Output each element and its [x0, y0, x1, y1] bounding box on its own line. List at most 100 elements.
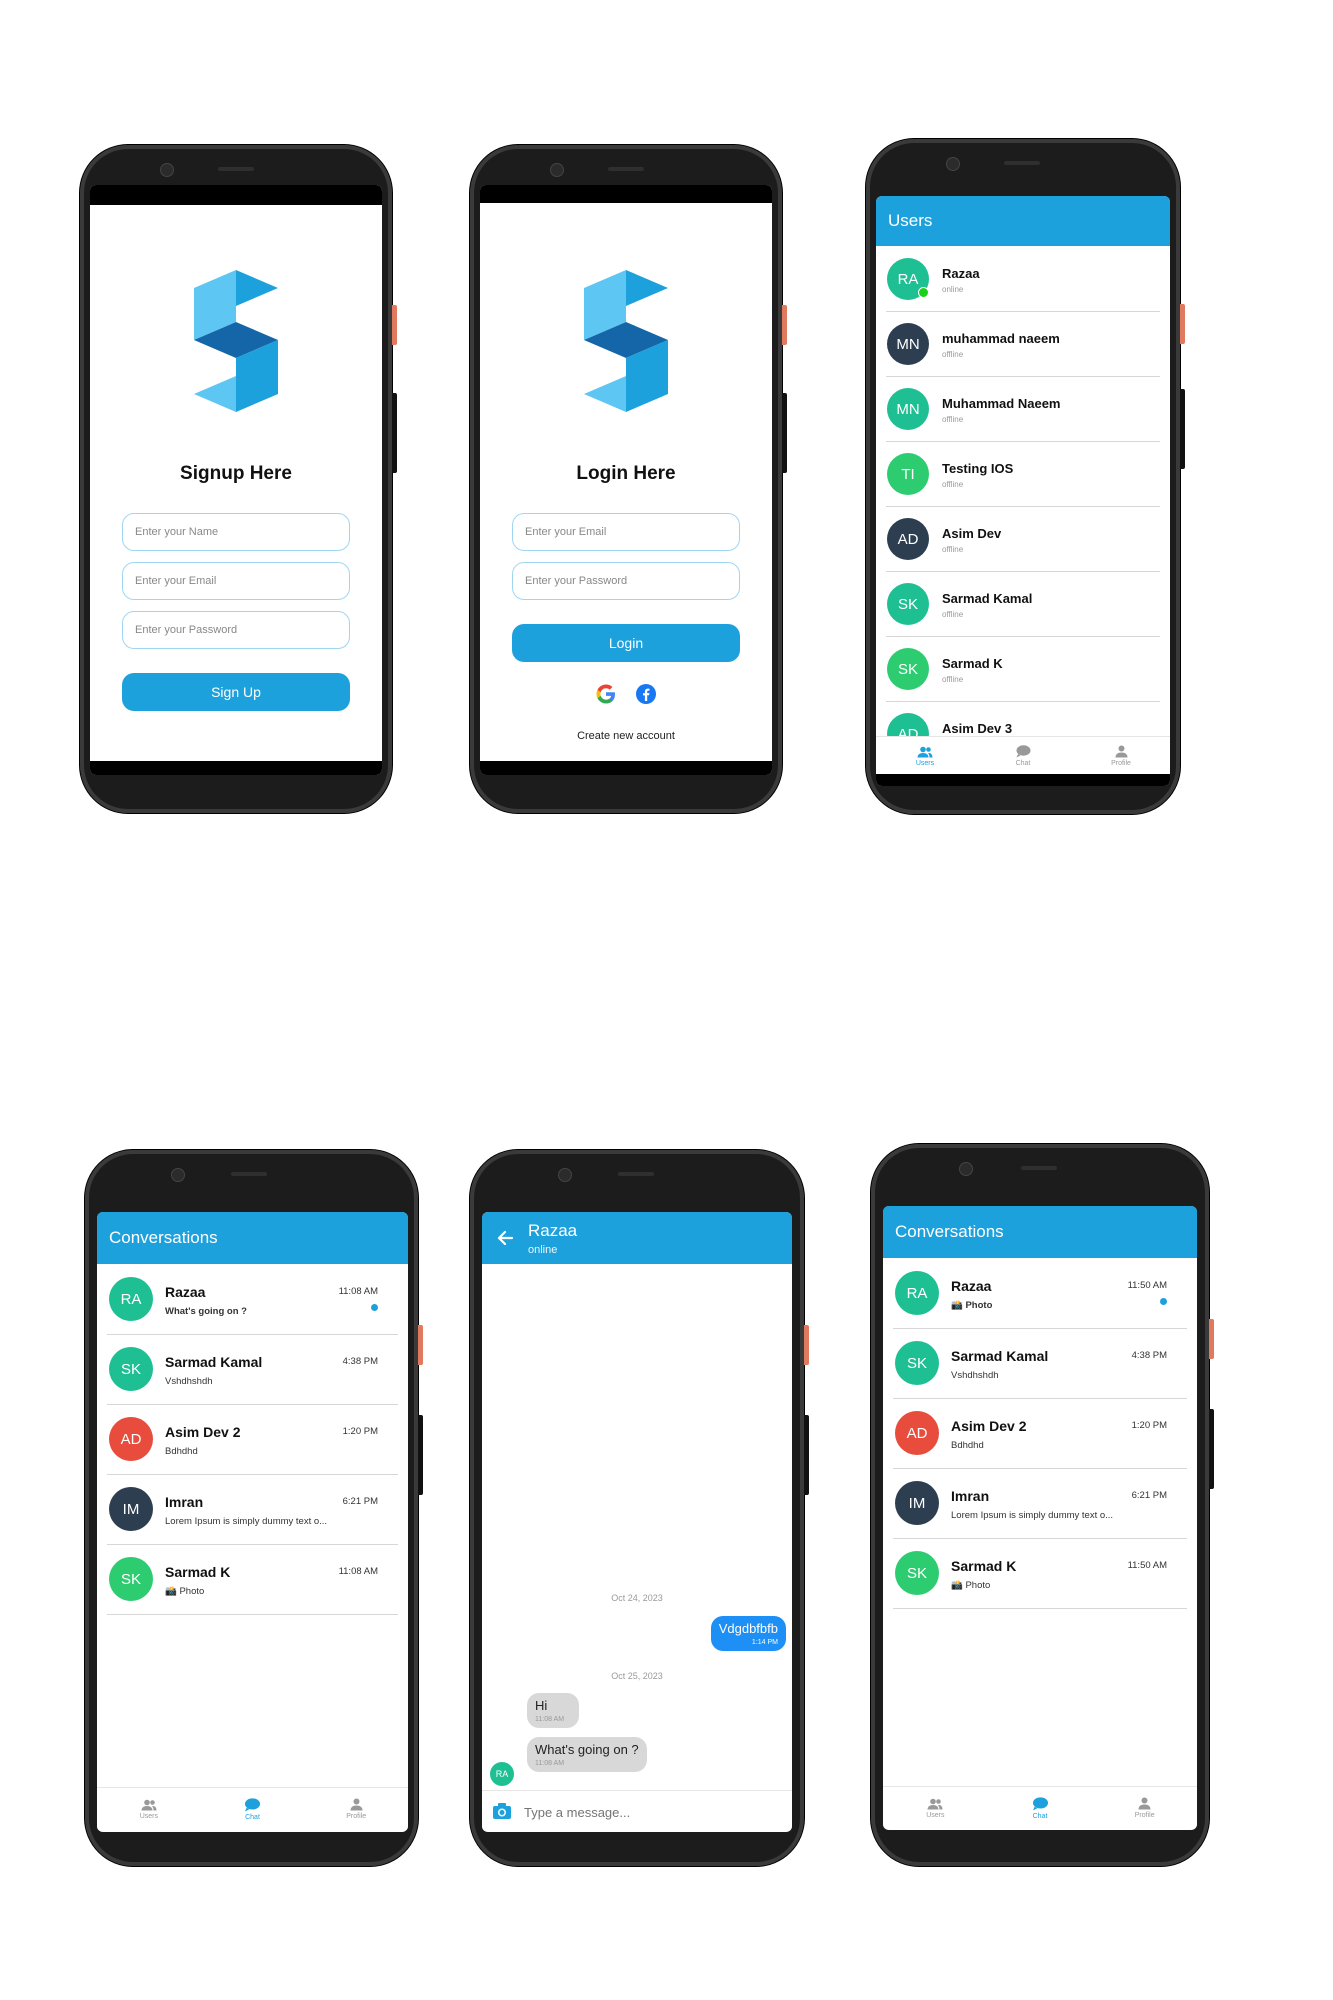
- user-status: offline: [942, 545, 964, 554]
- list-item[interactable]: AD Asim Dev offline: [886, 506, 1160, 572]
- volume-button: [1209, 1409, 1214, 1489]
- conversation-item[interactable]: SK Sarmad K 📸 Photo 11:50 AM: [893, 1538, 1187, 1609]
- online-indicator: [918, 287, 929, 298]
- message-input[interactable]: [522, 1791, 706, 1832]
- tab-users[interactable]: Users: [97, 1788, 201, 1830]
- conversation-item[interactable]: RA Razaa What's going on ? 11:08 AM: [107, 1264, 398, 1335]
- list-item[interactable]: RA Razaa online: [886, 246, 1160, 312]
- volume-button: [1180, 389, 1185, 469]
- password-field[interactable]: [512, 562, 740, 600]
- google-icon[interactable]: [595, 683, 617, 705]
- social-login-row: [480, 683, 772, 705]
- conversation-item[interactable]: RA Razaa 📸 Photo 11:50 AM: [893, 1258, 1187, 1329]
- back-arrow-icon[interactable]: [496, 1229, 514, 1247]
- user-status: offline: [942, 480, 964, 489]
- tab-profile[interactable]: Profile: [1092, 1787, 1197, 1829]
- name-field[interactable]: [122, 513, 350, 551]
- user-status: offline: [942, 610, 964, 619]
- tab-users-label: Users: [139, 1812, 158, 1820]
- user-name: Asim Dev 3: [942, 721, 1013, 736]
- avatar: SK: [887, 648, 929, 690]
- tab-users[interactable]: Users: [876, 737, 974, 775]
- chat-screen: Razaa online Oct 24, 2023 Vdgdbfbfb 1:14…: [482, 1212, 792, 1832]
- tab-chat[interactable]: Chat: [201, 1788, 305, 1830]
- outgoing-message[interactable]: Vdgdbfbfb 1:14 PM: [710, 1616, 786, 1651]
- page-title: Users: [888, 211, 933, 230]
- incoming-message[interactable]: What's going on ? 11:08 AM: [527, 1737, 647, 1772]
- facebook-icon[interactable]: [635, 683, 657, 705]
- front-camera: [558, 1168, 572, 1182]
- tab-chat[interactable]: Chat: [988, 1787, 1093, 1829]
- list-item[interactable]: MN muhammad naeem offline: [886, 311, 1160, 377]
- speaker-grille: [608, 167, 644, 171]
- message-preview: Bdhdhd: [165, 1446, 198, 1457]
- list-item[interactable]: SK Sarmad K offline: [886, 636, 1160, 702]
- signup-button[interactable]: Sign Up: [122, 673, 350, 711]
- conversation-item[interactable]: SK Sarmad Kamal Vshdhshdh 4:38 PM: [893, 1328, 1187, 1399]
- volume-button: [418, 1415, 423, 1495]
- email-field[interactable]: [512, 513, 740, 551]
- nav-bar: [90, 761, 382, 775]
- profile-icon: [1115, 745, 1127, 758]
- app-bar: Conversations: [97, 1212, 408, 1264]
- email-field[interactable]: [122, 562, 350, 600]
- login-button[interactable]: Login: [512, 624, 740, 662]
- message-time: 1:14 PM: [751, 1639, 778, 1646]
- camera-icon[interactable]: [492, 1802, 512, 1820]
- chat-icon: [244, 1797, 261, 1811]
- front-camera: [959, 1162, 973, 1176]
- sender-avatar: RA: [490, 1762, 514, 1786]
- contact-name: Asim Dev 2: [951, 1418, 1027, 1434]
- contact-status: online: [528, 1244, 558, 1256]
- message-time: 11:08 AM: [535, 1716, 565, 1723]
- message-preview: Lorem Ipsum is simply dummy text o...: [165, 1516, 328, 1527]
- bottom-tab-bar: Users Chat Profile: [883, 1786, 1197, 1829]
- tab-users[interactable]: Users: [883, 1787, 988, 1829]
- message-time: 6:21 PM: [1131, 1490, 1167, 1501]
- incoming-message[interactable]: Hi 11:08 AM: [527, 1693, 579, 1728]
- message-preview: Vshdhshdh: [165, 1376, 213, 1387]
- conversation-item[interactable]: IM Imran Lorem Ipsum is simply dummy tex…: [107, 1474, 398, 1545]
- tab-profile[interactable]: Profile: [1072, 737, 1170, 775]
- power-button: [804, 1325, 809, 1365]
- contact-name: Razaa: [165, 1284, 206, 1300]
- nav-bar: [480, 761, 772, 775]
- message-preview: What's going on ?: [165, 1306, 247, 1317]
- conversation-item[interactable]: AD Asim Dev 2 Bdhdhd 1:20 PM: [893, 1398, 1187, 1469]
- message-text: What's going on ?: [535, 1742, 639, 1757]
- list-item[interactable]: MN Muhammad Naeem offline: [886, 376, 1160, 442]
- volume-button: [804, 1415, 809, 1495]
- speaker-grille: [1004, 161, 1040, 165]
- create-account-link[interactable]: Create new account: [480, 730, 772, 742]
- signup-screen: Signup Here Sign Up: [90, 185, 382, 775]
- users-screen: Users RA Razaa online MN muhammad naeem …: [876, 196, 1170, 786]
- user-status: offline: [942, 675, 964, 684]
- password-field[interactable]: [122, 611, 350, 649]
- user-name: Muhammad Naeem: [942, 396, 1061, 411]
- conversation-item[interactable]: IM Imran Lorem Ipsum is simply dummy tex…: [893, 1468, 1187, 1539]
- list-item[interactable]: TI Testing IOS offline: [886, 441, 1160, 507]
- bottom-tab-bar: Users Chat Profile: [97, 1787, 408, 1830]
- conversation-item[interactable]: SK Sarmad Kamal Vshdhshdh 4:38 PM: [107, 1334, 398, 1405]
- phone-login: Login Here Login Create new account: [470, 145, 787, 813]
- power-button: [392, 305, 397, 345]
- tab-chat[interactable]: Chat: [974, 737, 1072, 775]
- user-name: Sarmad Kamal: [942, 591, 1033, 606]
- page-title: Login Here: [576, 463, 676, 484]
- message-time: 11:08 AM: [338, 1566, 378, 1577]
- list-item[interactable]: SK Sarmad Kamal offline: [886, 571, 1160, 637]
- user-name: Asim Dev: [942, 526, 1002, 541]
- contact-name: Razaa: [951, 1278, 992, 1294]
- front-camera: [946, 157, 960, 171]
- conversation-item[interactable]: AD Asim Dev 2 Bdhdhd 1:20 PM: [107, 1404, 398, 1475]
- avatar: IM: [109, 1487, 153, 1531]
- message-time: 11:50 AM: [1127, 1560, 1167, 1571]
- tab-profile[interactable]: Profile: [304, 1788, 408, 1830]
- message-time: 4:38 PM: [342, 1356, 378, 1367]
- contact-name: Sarmad Kamal: [951, 1348, 1049, 1364]
- conversation-item[interactable]: SK Sarmad K 📸 Photo 11:08 AM: [107, 1544, 398, 1615]
- unread-indicator: [1160, 1298, 1167, 1305]
- profile-icon: [1138, 1797, 1151, 1810]
- message-time: 4:38 PM: [1131, 1350, 1167, 1361]
- avatar: SK: [895, 1551, 939, 1595]
